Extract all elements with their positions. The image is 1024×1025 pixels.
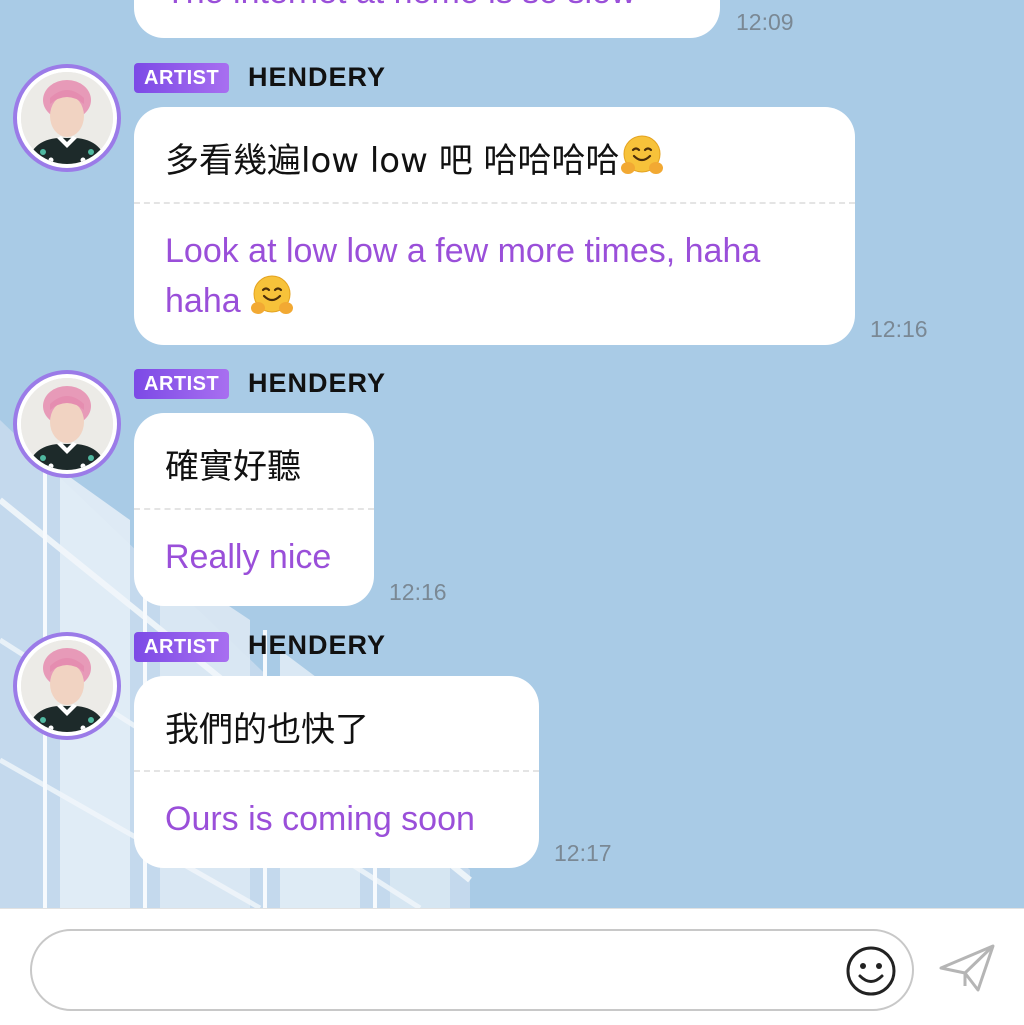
message-bubble[interactable]: The internet at home is so slow: [134, 0, 720, 38]
message-translation-text: Look at low low a few more times, haha h…: [165, 232, 761, 320]
artist-badge: ARTIST: [134, 632, 230, 662]
avatar[interactable]: [13, 64, 121, 172]
artist-badge: ARTIST: [134, 63, 230, 93]
message-bubble[interactable]: 確實好聽 Really nice: [134, 413, 374, 606]
message-timestamp: 12:09: [736, 9, 794, 35]
message-bubble[interactable]: 多看幾遍low low 吧 哈哈哈哈 Look at low low a few…: [134, 107, 855, 345]
message-original-text: 我們的也快了: [165, 710, 369, 750]
sender-name[interactable]: HENDERY: [248, 62, 386, 93]
avatar-photo: [21, 72, 113, 164]
avatar-photo: [21, 378, 113, 470]
hugging-face-icon: [620, 135, 663, 174]
message-input[interactable]: [30, 929, 914, 1011]
message-original-text: The internet at home is so slow: [165, 0, 690, 15]
avatar[interactable]: [13, 370, 121, 478]
paper-plane-icon[interactable]: [938, 942, 996, 994]
artist-badge: ARTIST: [134, 369, 230, 399]
message-bubble[interactable]: 我們的也快了 Ours is coming soon: [134, 676, 539, 868]
avatar[interactable]: [13, 632, 121, 740]
message-original-text: 確實好聽: [165, 447, 301, 487]
avatar-photo: [21, 640, 113, 732]
message-translation-text: Really nice: [165, 538, 332, 576]
message-timestamp: 12:17: [554, 840, 612, 866]
sender-name[interactable]: HENDERY: [248, 630, 386, 661]
sender-name[interactable]: HENDERY: [248, 368, 386, 399]
hugging-face-icon: [251, 275, 294, 314]
smiley-icon[interactable]: [845, 945, 897, 997]
message-timestamp: 12:16: [870, 316, 928, 342]
message-translation-text: Ours is coming soon: [165, 800, 475, 838]
message-timestamp: 12:16: [389, 579, 447, 605]
message-original-text: 多看幾遍low low 吧 哈哈哈哈: [165, 133, 664, 182]
chat-area[interactable]: The internet at home is so slow 12:09 AR…: [0, 0, 1024, 908]
